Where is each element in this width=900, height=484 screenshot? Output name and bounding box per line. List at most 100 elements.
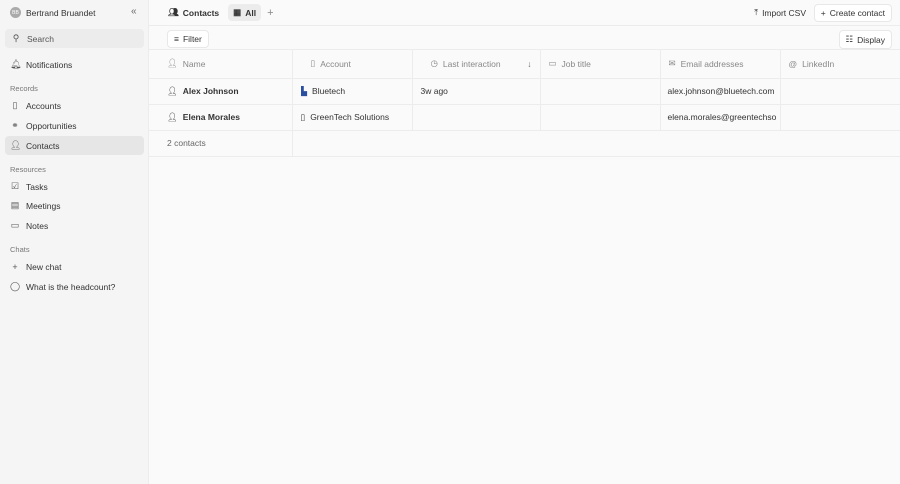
user-menu[interactable]: BB Bertrand Bruandet bbox=[10, 7, 95, 18]
column-job-title[interactable]: ▭ Job title bbox=[540, 50, 661, 79]
record-count: 2 contacts bbox=[149, 130, 293, 157]
person-icon: 👤︎ bbox=[167, 58, 178, 69]
sidebar-item-notes[interactable]: ▭ Notes bbox=[5, 216, 144, 235]
cell-email[interactable]: alex.johnson@bluetech.com bbox=[660, 78, 781, 105]
add-view-icon[interactable]: + bbox=[267, 7, 273, 19]
cell-linkedin[interactable] bbox=[780, 104, 900, 131]
display-button[interactable]: ☷ Display bbox=[838, 30, 892, 49]
column-label: Name bbox=[182, 58, 206, 69]
cell-name[interactable]: 👤︎ Elena Morales bbox=[149, 104, 293, 131]
filter-icon: ≡ bbox=[174, 34, 179, 44]
opportunities-icon: ⚭ bbox=[11, 120, 19, 130]
column-label: Account bbox=[320, 58, 351, 69]
button-label: Import CSV bbox=[762, 7, 806, 18]
column-label: Email addresses bbox=[680, 58, 744, 69]
search-icon: ⚲ bbox=[12, 33, 20, 43]
nav-label: Contacts bbox=[26, 140, 60, 151]
filter-button[interactable]: ≡ Filter bbox=[167, 30, 209, 48]
plus-icon: + bbox=[820, 7, 826, 18]
nav-label: New chat bbox=[26, 261, 62, 272]
nav-label: Notifications bbox=[26, 59, 73, 70]
title-text: Contacts bbox=[182, 7, 220, 18]
nav-label: What is the headcount? bbox=[26, 281, 116, 292]
bell-icon: 🔔︎ bbox=[10, 59, 22, 69]
section-resources: Resources bbox=[10, 165, 46, 174]
cell-account[interactable]: ▯ GreenTech Solutions bbox=[292, 104, 413, 131]
nav-label: Tasks bbox=[26, 181, 48, 192]
checkbox-icon: ☑ bbox=[10, 181, 20, 191]
chat-bubble-icon: ◯ bbox=[10, 281, 21, 291]
cell-email[interactable]: elena.morales@greentechso bbox=[660, 104, 781, 131]
new-chat-button[interactable]: + New chat bbox=[5, 257, 144, 276]
create-contact-button[interactable]: + Create contact bbox=[813, 3, 892, 22]
table-footer: 2 contacts bbox=[149, 130, 900, 157]
person-icon: 👤︎ bbox=[167, 85, 178, 96]
tab-all-view[interactable]: ▦ All bbox=[228, 4, 262, 21]
cell-last-interaction[interactable] bbox=[412, 104, 541, 131]
person-icon: 👤︎ bbox=[10, 140, 22, 150]
contact-name: Elena Morales bbox=[182, 112, 240, 122]
person-icon: 👤︎ bbox=[167, 111, 178, 122]
cell-name[interactable]: 👤︎ Alex Johnson bbox=[149, 78, 293, 105]
cell-account[interactable]: ▙ Bluetech bbox=[292, 78, 413, 105]
sidebar-item-meetings[interactable]: ▤ Meetings bbox=[5, 196, 144, 215]
sidebar-item-accounts[interactable]: ▯ Accounts bbox=[5, 96, 144, 115]
at-icon: @ bbox=[788, 58, 798, 69]
import-csv-button[interactable]: ⤒ Import CSV bbox=[748, 4, 812, 21]
cell-linkedin[interactable] bbox=[780, 78, 900, 105]
section-records: Records bbox=[10, 84, 38, 93]
column-label: LinkedIn bbox=[802, 58, 835, 69]
account-name: GreenTech Solutions bbox=[310, 112, 390, 122]
mail-icon: ✉ bbox=[668, 58, 676, 69]
upload-icon: ⤒ bbox=[754, 7, 759, 17]
search-input[interactable]: ⚲ Search bbox=[5, 29, 144, 48]
column-name[interactable]: 👤︎ Name bbox=[149, 50, 293, 79]
column-linkedin[interactable]: @ LinkedIn bbox=[780, 50, 900, 79]
sidebar-item-notifications[interactable]: 🔔︎ Notifications bbox=[5, 55, 144, 74]
filter-bar: ≡ Filter ☷ Display bbox=[149, 26, 900, 50]
chat-item[interactable]: ◯ What is the headcount? bbox=[5, 277, 144, 296]
building-icon: ▯ bbox=[300, 111, 306, 122]
calendar-icon: ▤ bbox=[10, 200, 20, 210]
plus-icon: + bbox=[12, 261, 18, 272]
column-label: Last interaction bbox=[442, 58, 501, 69]
column-label: Job title bbox=[561, 58, 591, 69]
table-row[interactable]: 👤︎ Alex Johnson ▙ Bluetech 3w ago alex.joh… bbox=[149, 78, 900, 105]
cell-job-title[interactable] bbox=[540, 104, 661, 131]
page-title: 👥︎ Contacts bbox=[163, 4, 224, 21]
sliders-icon: ☷ bbox=[845, 34, 854, 44]
nav-label: Accounts bbox=[26, 100, 61, 111]
building-icon: ▯ bbox=[310, 58, 316, 69]
company-logo-icon: ▙ bbox=[300, 85, 308, 96]
button-label: Display bbox=[857, 34, 885, 45]
search-label: Search bbox=[27, 33, 54, 44]
cell-last-interaction[interactable]: 3w ago bbox=[412, 78, 541, 105]
id-card-icon: ▭ bbox=[548, 58, 557, 69]
sidebar-item-tasks[interactable]: ☑ Tasks bbox=[5, 177, 144, 196]
topbar: 👥︎ Contacts ▦ All + ⤒ Import CSV + Create co… bbox=[149, 0, 900, 26]
footer-spacer bbox=[292, 130, 900, 157]
note-icon: ▭ bbox=[10, 220, 20, 230]
sort-desc-icon[interactable]: ↓ bbox=[527, 59, 531, 69]
table-header: 👤︎ Name ▯ Account ◷ Last interaction ↓ ▭ Job … bbox=[149, 50, 900, 79]
nav-label: Notes bbox=[26, 220, 49, 231]
table-row[interactable]: 👤︎ Elena Morales ▯ GreenTech Solutions ele… bbox=[149, 104, 900, 131]
sidebar-item-opportunities[interactable]: ⚭ Opportunities bbox=[5, 116, 144, 135]
cell-job-title[interactable] bbox=[540, 78, 661, 105]
avatar: BB bbox=[10, 7, 21, 18]
contacts-table: 👤︎ Name ▯ Account ◷ Last interaction ↓ ▭ Job … bbox=[149, 50, 900, 157]
nav-label: Meetings bbox=[26, 200, 61, 211]
contact-name: Alex Johnson bbox=[182, 86, 239, 96]
column-last-interaction[interactable]: ◷ Last interaction ↓ bbox=[412, 50, 541, 79]
column-email[interactable]: ✉ Email addresses bbox=[660, 50, 781, 79]
sidebar-item-contacts[interactable]: 👤︎ Contacts bbox=[5, 136, 144, 155]
collapse-sidebar-icon[interactable]: « bbox=[131, 6, 137, 17]
tab-label: All bbox=[245, 7, 257, 18]
people-icon: 👥︎ bbox=[168, 7, 179, 17]
nav-label: Opportunities bbox=[26, 120, 77, 131]
section-chats: Chats bbox=[10, 245, 30, 254]
building-icon: ▯ bbox=[12, 100, 18, 110]
account-name: Bluetech bbox=[312, 86, 346, 96]
column-account[interactable]: ▯ Account bbox=[292, 50, 413, 79]
button-label: Filter bbox=[182, 34, 202, 44]
